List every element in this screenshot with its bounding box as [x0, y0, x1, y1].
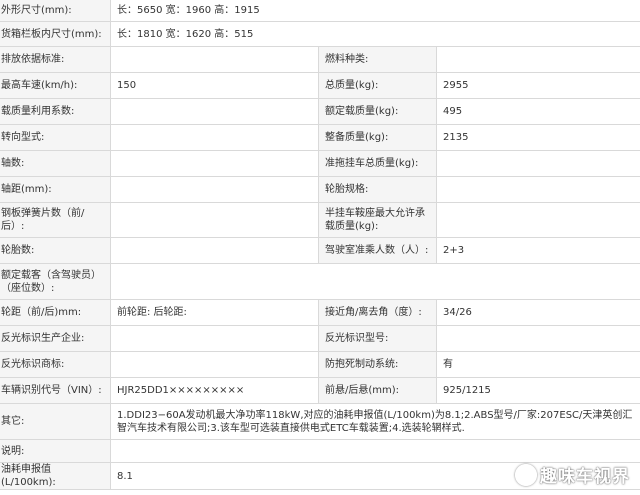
label-load-util: 载质量利用系数: [0, 98, 111, 125]
value-wheelbase [110, 176, 319, 203]
row-wheelbase: 轴距(mm): 轮胎规格: [0, 176, 640, 203]
row-track: 轮距（前/后)mm: 前轮距: 后轮距: 接近角/离去角（度）: 34/26 [0, 299, 640, 326]
label-reflector-mfr: 反光标识生产企业: [0, 325, 111, 352]
row-speed: 最高车速(km/h): 150 总质量(kg): 2955 [0, 72, 640, 99]
value-total-mass: 2955 [436, 72, 640, 99]
value-curb-mass: 2135 [436, 124, 640, 151]
spec-table: 外形尺寸(mm): 长：5650 宽：1960 高：1915 货箱栏板内尺寸(m… [0, 0, 640, 490]
label-note: 说明: [0, 439, 111, 463]
row-emission: 排放依据标准: 燃料种类: [0, 46, 640, 73]
value-outer-size: 长：5650 宽：1960 高：1915 [110, 0, 640, 22]
row-vin: 车辆识别代号（VIN）: HJR25DD1××××××××× 前悬/后悬(mm)… [0, 377, 640, 404]
row-reflector-brand: 反光标识商标: 防抱死制动系统: 有 [0, 351, 640, 378]
label-curb-mass: 整备质量(kg): [318, 124, 437, 151]
value-reflector-model [436, 325, 640, 352]
label-emission: 排放依据标准: [0, 46, 111, 73]
label-springs: 钢板弹簧片数（前/后）: [0, 202, 111, 238]
row-steering: 转向型式: 整备质量(kg): 2135 [0, 124, 640, 151]
label-overhang: 前悬/后悬(mm): [318, 377, 437, 404]
row-outer-size: 外形尺寸(mm): 长：5650 宽：1960 高：1915 [0, 0, 640, 22]
row-other: 其它: 1.DDI23−60A发动机最大净功率118kW,对应的油耗申报值(L/… [0, 403, 640, 440]
label-abs: 防抱死制动系统: [318, 351, 437, 378]
value-cargo-size: 长：1810 宽：1620 高：515 [110, 21, 640, 47]
label-saddle-load: 半挂车鞍座最大允许承载质量(kg): [318, 202, 437, 238]
value-abs: 有 [436, 351, 640, 378]
value-fuel-type [436, 46, 640, 73]
label-cargo-size: 货箱栏板内尺寸(mm): [0, 21, 111, 47]
value-saddle-load [436, 202, 640, 238]
label-passengers: 额定载客（含驾驶员）（座位数）: [0, 263, 111, 300]
value-max-speed: 150 [110, 72, 319, 99]
value-approach-angle: 34/26 [436, 299, 640, 326]
label-wheelbase: 轴距(mm): [0, 176, 111, 203]
row-tires: 轮胎数: 驾驶室准乘人数（人）: 2+3 [0, 237, 640, 264]
row-cargo-size: 货箱栏板内尺寸(mm): 长：1810 宽：1620 高：515 [0, 21, 640, 47]
value-axles [110, 150, 319, 177]
row-note: 说明: [0, 439, 640, 463]
label-fuel-type: 燃料种类: [318, 46, 437, 73]
value-reflector-brand [110, 351, 319, 378]
label-outer-size: 外形尺寸(mm): [0, 0, 111, 22]
watermark: 趣味车视界 [515, 462, 630, 487]
row-springs: 钢板弹簧片数（前/后）: 半挂车鞍座最大允许承载质量(kg): [0, 202, 640, 238]
value-other: 1.DDI23−60A发动机最大净功率118kW,对应的油耗申报值(L/100k… [110, 403, 640, 440]
value-steering [110, 124, 319, 151]
value-track: 前轮距: 后轮距: [110, 299, 319, 326]
value-emission [110, 46, 319, 73]
row-axles: 轴数: 准拖挂车总质量(kg): [0, 150, 640, 177]
label-axles: 轴数: [0, 150, 111, 177]
label-cab-seats: 驾驶室准乘人数（人）: [318, 237, 437, 264]
label-rated-load: 额定载质量(kg): [318, 98, 437, 125]
play-circle-icon [515, 463, 537, 486]
value-note [110, 439, 640, 463]
value-reflector-mfr [110, 325, 319, 352]
row-passengers: 额定载客（含驾驶员）（座位数）: [0, 263, 640, 300]
value-springs [110, 202, 319, 238]
label-trailer-mass: 准拖挂车总质量(kg): [318, 150, 437, 177]
label-reflector-brand: 反光标识商标: [0, 351, 111, 378]
label-total-mass: 总质量(kg): [318, 72, 437, 99]
row-load-util: 载质量利用系数: 额定载质量(kg): 495 [0, 98, 640, 125]
value-cab-seats: 2+3 [436, 237, 640, 264]
value-vin: HJR25DD1××××××××× [110, 377, 319, 404]
watermark-text: 趣味车视界 [540, 467, 630, 487]
label-fuel-consumption: 油耗申报值(L/100km): [0, 462, 111, 490]
row-reflector-mfr: 反光标识生产企业: 反光标识型号: [0, 325, 640, 352]
value-trailer-mass [436, 150, 640, 177]
label-reflector-model: 反光标识型号: [318, 325, 437, 352]
label-tire-spec: 轮胎规格: [318, 176, 437, 203]
value-tire-count [110, 237, 319, 264]
value-tire-spec [436, 176, 640, 203]
label-track: 轮距（前/后)mm: [0, 299, 111, 326]
label-other: 其它: [0, 403, 111, 440]
label-vin: 车辆识别代号（VIN）: [0, 377, 111, 404]
value-rated-load: 495 [436, 98, 640, 125]
value-overhang: 925/1215 [436, 377, 640, 404]
value-load-util [110, 98, 319, 125]
label-tire-count: 轮胎数: [0, 237, 111, 264]
label-max-speed: 最高车速(km/h): [0, 72, 111, 99]
value-passengers [110, 263, 640, 300]
label-approach-angle: 接近角/离去角（度）: [318, 299, 437, 326]
label-steering: 转向型式: [0, 124, 111, 151]
